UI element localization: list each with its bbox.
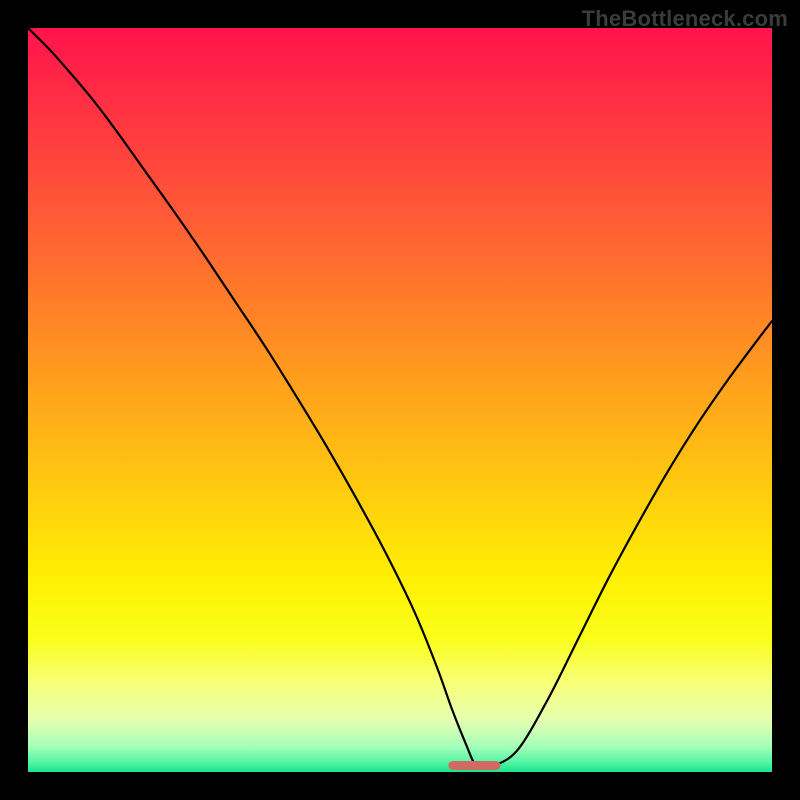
optimal-marker <box>448 761 500 770</box>
watermark-text: TheBottleneck.com <box>582 6 788 32</box>
plot-background <box>28 28 772 772</box>
bottleneck-chart <box>0 0 800 800</box>
chart-container: { "watermark": "TheBottleneck.com", "cha… <box>0 0 800 800</box>
